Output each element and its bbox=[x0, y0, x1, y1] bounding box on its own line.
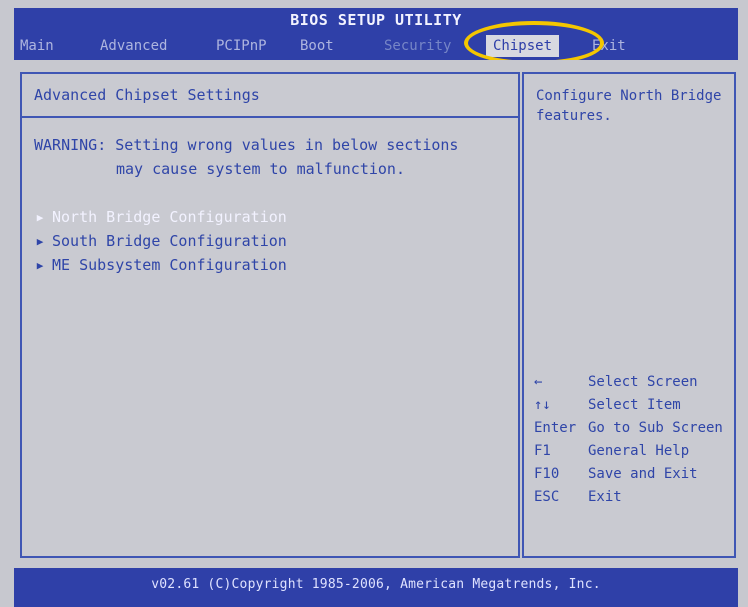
key-action: Go to Sub Screen bbox=[588, 420, 723, 436]
warning-text-line-2: may cause system to malfunction. bbox=[116, 160, 405, 178]
submenu-label: North Bridge Configuration bbox=[52, 208, 287, 226]
key-hint-save-exit: F10 Save and Exit bbox=[534, 466, 698, 482]
triangle-right-icon: ▶ bbox=[36, 235, 44, 248]
menu-item-boot[interactable]: Boot bbox=[300, 35, 334, 57]
key-label: F10 bbox=[534, 466, 560, 482]
section-title: Advanced Chipset Settings bbox=[34, 86, 260, 104]
submenu-me-subsystem[interactable]: ▶ ME Subsystem Configuration bbox=[34, 256, 287, 274]
submenu-north-bridge[interactable]: ▶ North Bridge Configuration bbox=[34, 208, 287, 226]
warning-text-line-1: WARNING: Setting wrong values in below s… bbox=[34, 136, 459, 154]
key-action: General Help bbox=[588, 443, 690, 459]
help-panel: Configure North Bridge features. ← Select… bbox=[522, 72, 736, 558]
copyright-footer: v02.61 (C)Copyright 1985-2006, American … bbox=[14, 568, 738, 607]
key-hint-select-screen: ← Select Screen bbox=[534, 374, 698, 390]
key-action: Select Item bbox=[588, 397, 681, 413]
menu-item-main[interactable]: Main bbox=[20, 35, 54, 57]
key-label: ← bbox=[534, 374, 543, 390]
key-hint-general-help: F1 General Help bbox=[534, 443, 689, 459]
bios-title: BIOS SETUP UTILITY bbox=[290, 11, 462, 29]
top-menu-bar: Main Advanced PCIPnP Boot Security Chips… bbox=[14, 32, 738, 60]
key-action: Exit bbox=[588, 489, 622, 505]
key-label: ESC bbox=[534, 489, 560, 505]
main-area: Advanced Chipset Settings WARNING: Setti… bbox=[14, 60, 738, 568]
key-action: Save and Exit bbox=[588, 466, 698, 482]
key-action: Select Screen bbox=[588, 374, 698, 390]
triangle-right-icon: ▶ bbox=[36, 211, 44, 224]
help-description: Configure North Bridge features. bbox=[536, 88, 722, 124]
key-hint-select-item: ↑↓ Select Item bbox=[534, 397, 681, 413]
menu-item-pcipnp[interactable]: PCIPnP bbox=[216, 35, 267, 57]
key-label: F1 bbox=[534, 443, 551, 459]
submenu-label: ME Subsystem Configuration bbox=[52, 256, 287, 274]
triangle-right-icon: ▶ bbox=[36, 259, 44, 272]
menu-item-security[interactable]: Security bbox=[384, 35, 451, 57]
key-hint-exit: ESC Exit bbox=[534, 489, 622, 505]
chipset-highlight-annotation bbox=[464, 21, 604, 65]
submenu-label: South Bridge Configuration bbox=[52, 232, 287, 250]
key-label: Enter bbox=[534, 420, 577, 436]
settings-panel: Advanced Chipset Settings WARNING: Setti… bbox=[20, 72, 520, 558]
bios-screen: BIOS SETUP UTILITY Main Advanced PCIPnP … bbox=[0, 0, 748, 607]
submenu-south-bridge[interactable]: ▶ South Bridge Configuration bbox=[34, 232, 287, 250]
key-label: ↑↓ bbox=[534, 397, 551, 413]
section-divider bbox=[22, 116, 518, 118]
key-hint-sub-screen: Enter Go to Sub Screen bbox=[534, 420, 723, 436]
copyright-text: v02.61 (C)Copyright 1985-2006, American … bbox=[151, 577, 601, 592]
bios-title-bar: BIOS SETUP UTILITY bbox=[14, 8, 738, 32]
menu-item-advanced[interactable]: Advanced bbox=[100, 35, 167, 57]
